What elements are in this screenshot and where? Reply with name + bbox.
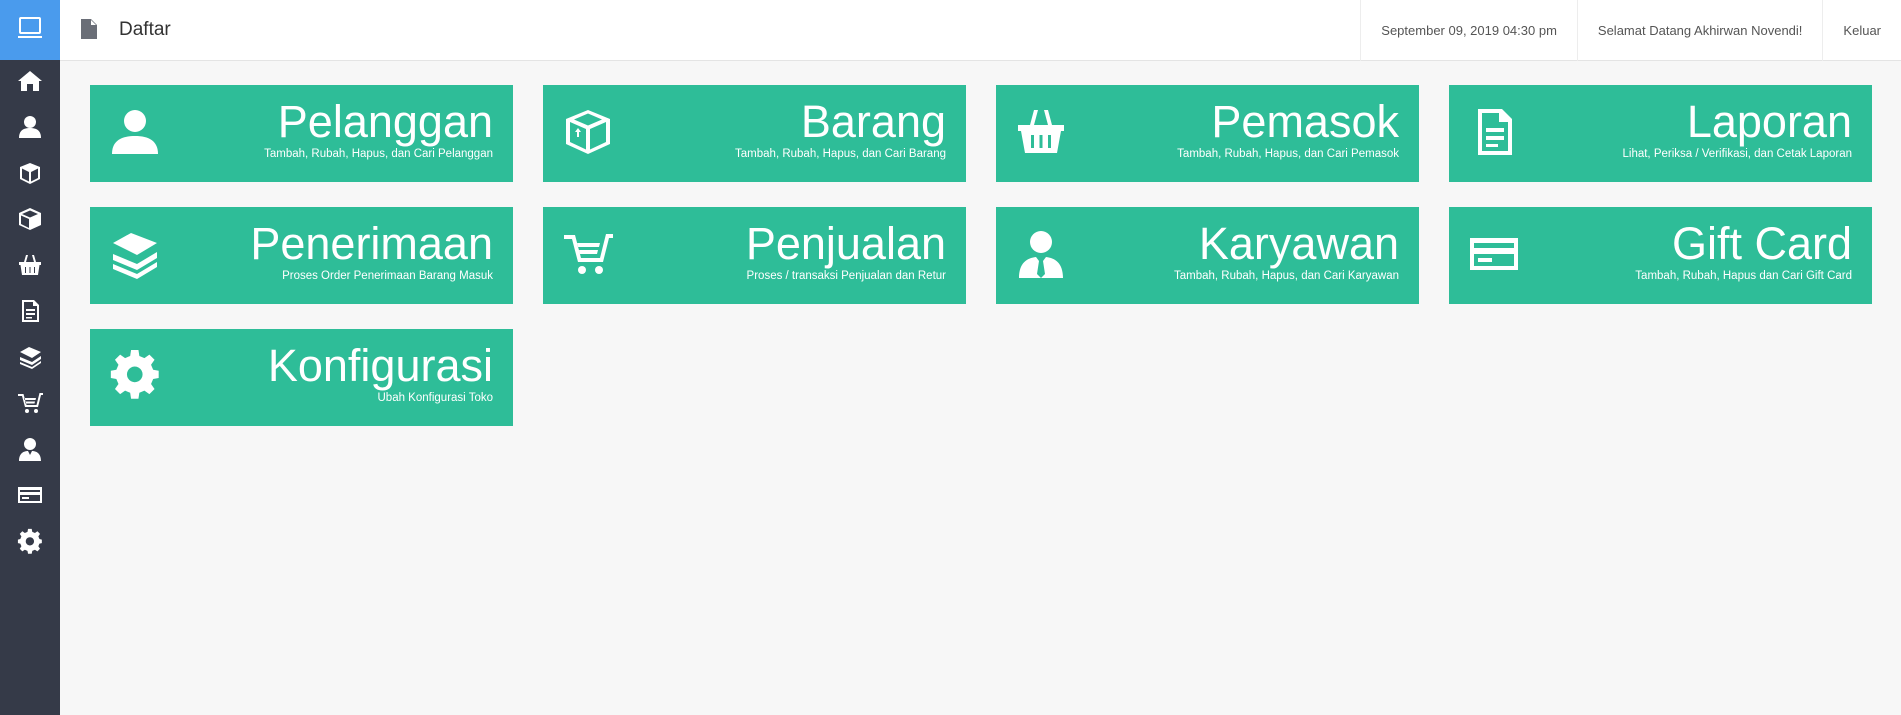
tile-barang[interactable]: Barang Tambah, Rubah, Hapus, dan Cari Ba…	[543, 85, 966, 182]
tile-laporan[interactable]: Laporan Lihat, Periksa / Verifikasi, dan…	[1449, 85, 1872, 182]
home-icon	[17, 68, 43, 99]
box-icon	[559, 103, 617, 161]
tile-karyawan[interactable]: Karyawan Tambah, Rubah, Hapus, dan Cari …	[996, 207, 1419, 304]
tile-title: Gift Card	[1671, 218, 1852, 269]
tile-title: Penjualan	[745, 218, 946, 269]
welcome-message: Selamat Datang Akhirwan Novendi!	[1576, 0, 1823, 61]
tile-subtitle: Proses Order Penerimaan Barang Masuk	[282, 270, 493, 282]
monitor-icon	[16, 14, 44, 47]
sidebar-item-pemasok[interactable]	[0, 244, 60, 290]
employee-icon	[17, 436, 43, 467]
tile-penerimaan[interactable]: Penerimaan Proses Order Penerimaan Baran…	[90, 207, 513, 304]
tile-title: Barang	[800, 96, 946, 147]
sidebar-item-karyawan[interactable]	[0, 428, 60, 474]
credit-card-icon	[17, 482, 43, 513]
sidebar-item-cube[interactable]	[0, 198, 60, 244]
cart-icon	[17, 390, 43, 421]
sidebar-item-laporan[interactable]	[0, 290, 60, 336]
top-bar: Daftar September 09, 2019 04:30 pm Selam…	[60, 0, 1901, 61]
tile-pelanggan[interactable]: Pelanggan Tambah, Rubah, Hapus, dan Cari…	[90, 85, 513, 182]
tile-title: Pemasok	[1211, 96, 1399, 147]
app-logo[interactable]	[0, 0, 60, 60]
tile-subtitle: Tambah, Rubah, Hapus, dan Cari Pemasok	[1177, 148, 1399, 160]
tile-subtitle: Tambah, Rubah, Hapus, dan Cari Karyawan	[1173, 270, 1399, 282]
tile-subtitle: Proses / transaksi Penjualan dan Retur	[746, 270, 946, 282]
sidebar-item-penerimaan[interactable]	[0, 336, 60, 382]
gear-icon	[106, 347, 164, 405]
tile-title: Penerimaan	[250, 218, 493, 269]
tile-subtitle: Ubah Konfigurasi Toko	[377, 392, 494, 404]
cart-icon	[559, 225, 617, 283]
file-icon	[80, 19, 100, 41]
gear-icon	[17, 528, 43, 559]
tile-subtitle: Tambah, Rubah, Hapus dan Cari Gift Card	[1635, 270, 1852, 282]
sidebar-item-home[interactable]	[0, 60, 60, 106]
box-icon	[17, 160, 43, 191]
datetime-display: September 09, 2019 04:30 pm	[1360, 0, 1577, 61]
tile-konfigurasi[interactable]: Konfigurasi Ubah Konfigurasi Toko	[90, 329, 513, 426]
tile-title: Pelanggan	[277, 96, 493, 147]
tile-title: Karyawan	[1198, 218, 1399, 269]
tile-title: Laporan	[1686, 96, 1852, 147]
books-icon	[17, 344, 43, 375]
document-icon	[17, 298, 43, 329]
cube-icon	[17, 206, 43, 237]
books-icon	[106, 225, 164, 283]
user-icon	[17, 114, 43, 145]
basket-icon	[1012, 103, 1070, 161]
sidebar-item-penjualan[interactable]	[0, 382, 60, 428]
tile-pemasok[interactable]: Pemasok Tambah, Rubah, Hapus, dan Cari P…	[996, 85, 1419, 182]
basket-icon	[17, 252, 43, 283]
employee-icon	[1012, 225, 1070, 283]
user-icon	[106, 103, 164, 161]
sidebar	[0, 0, 60, 715]
logout-button[interactable]: Keluar	[1822, 0, 1901, 61]
sidebar-item-barang[interactable]	[0, 152, 60, 198]
tile-gift-card[interactable]: Gift Card Tambah, Rubah, Hapus dan Cari …	[1449, 207, 1872, 304]
sidebar-item-pelanggan[interactable]	[0, 106, 60, 152]
sidebar-item-gift-card[interactable]	[0, 474, 60, 520]
tile-title: Konfigurasi	[267, 340, 493, 391]
page-title: Daftar	[119, 19, 171, 40]
tile-penjualan[interactable]: Penjualan Proses / transaksi Penjualan d…	[543, 207, 966, 304]
tile-subtitle: Tambah, Rubah, Hapus, dan Cari Pelanggan	[264, 148, 493, 160]
tile-subtitle: Lihat, Periksa / Verifikasi, dan Cetak L…	[1622, 148, 1853, 160]
sidebar-item-konfigurasi[interactable]	[0, 520, 60, 566]
credit-card-icon	[1465, 225, 1523, 283]
document-icon	[1465, 103, 1523, 161]
tile-subtitle: Tambah, Rubah, Hapus, dan Cari Barang	[735, 148, 946, 160]
